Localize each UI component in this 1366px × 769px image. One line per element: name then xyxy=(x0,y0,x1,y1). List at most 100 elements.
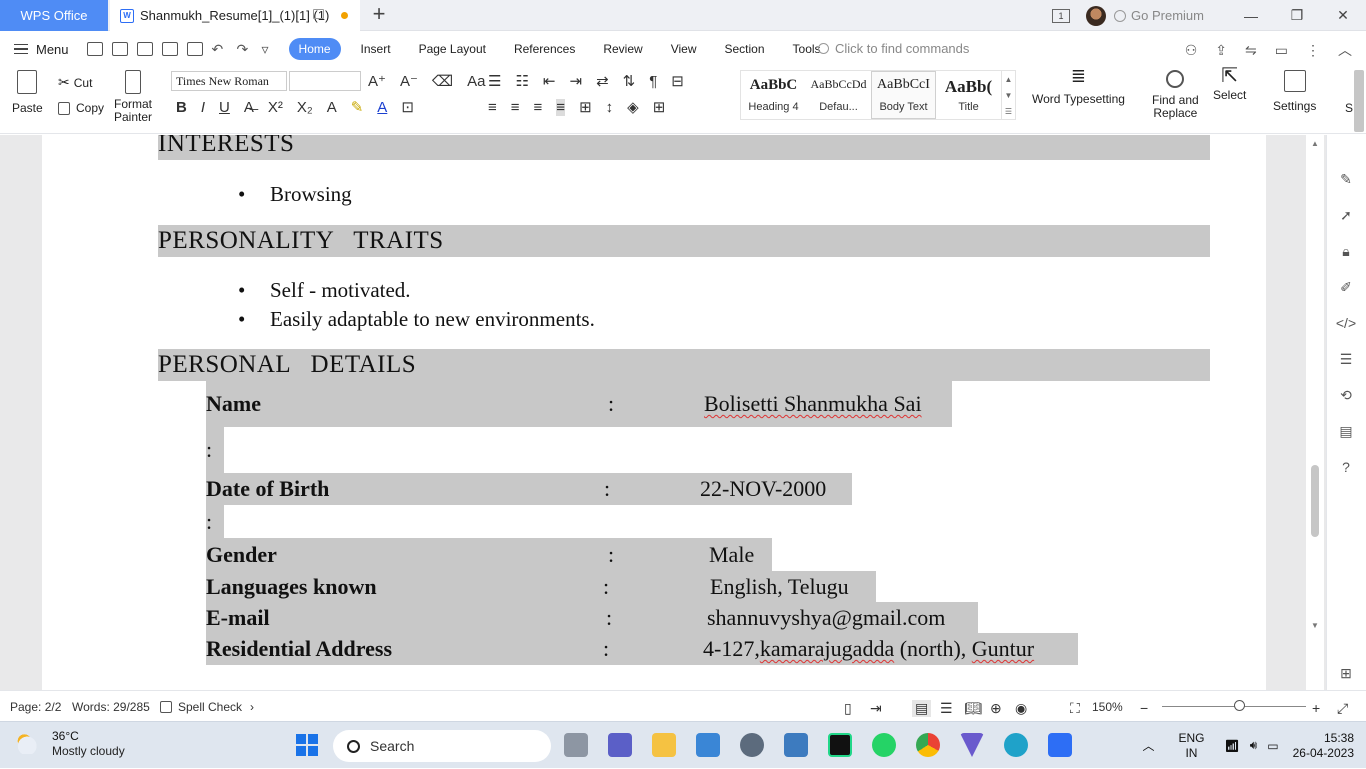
save-icon[interactable] xyxy=(111,42,128,56)
collaborate-icon[interactable]: ⇋ xyxy=(1245,42,1257,59)
print-icon[interactable] xyxy=(161,42,178,56)
settings-gear-icon[interactable] xyxy=(740,733,764,757)
style-title[interactable]: AaBb( Title xyxy=(936,71,1001,119)
paste-button[interactable]: Paste xyxy=(12,70,43,115)
font-name-select[interactable]: Times New Roman xyxy=(171,71,287,91)
edge-icon[interactable] xyxy=(1004,733,1028,757)
zoom-level[interactable]: 150% xyxy=(1092,700,1123,714)
comment-icon[interactable]: ▭ xyxy=(1275,42,1288,59)
teams-icon[interactable] xyxy=(608,733,632,757)
style-body-text[interactable]: AaBbCcI Body Text xyxy=(871,71,936,119)
chevron-up-icon[interactable]: ▲ xyxy=(1005,75,1013,84)
chrome-icon[interactable] xyxy=(916,733,940,757)
python-icon[interactable] xyxy=(784,733,808,757)
minimize-button[interactable]: — xyxy=(1228,0,1274,31)
go-premium-button[interactable]: Go Premium xyxy=(1114,8,1204,23)
format-painter-button[interactable]: Format Painter xyxy=(114,70,152,124)
tab-references[interactable]: References xyxy=(500,38,589,60)
find-commands-input[interactable]: Click to find commands xyxy=(818,41,969,56)
style-default[interactable]: AaBbCcDd Defau... xyxy=(806,71,871,119)
underline-icon[interactable]: U xyxy=(219,99,230,116)
start-button[interactable] xyxy=(296,734,318,756)
volume-icon[interactable]: 🔊︎ xyxy=(1250,738,1258,753)
window-count-icon[interactable]: 1 xyxy=(1052,8,1071,23)
file-explorer-icon[interactable] xyxy=(652,733,676,757)
export-icon[interactable] xyxy=(136,42,153,56)
collapse-ribbon-icon[interactable]: ︿ xyxy=(1338,40,1352,60)
language-indicator[interactable]: ENG IN xyxy=(1178,731,1204,761)
scroll-down-icon[interactable]: ▼ xyxy=(1311,621,1319,630)
word-typesetting-button[interactable]: ≣ Word Typesetting xyxy=(1032,67,1125,106)
clock[interactable]: 15:38 26-04-2023 xyxy=(1293,731,1354,761)
style-heading-4[interactable]: AaBbC Heading 4 xyxy=(741,71,806,119)
whatsapp-icon[interactable] xyxy=(872,733,896,757)
vpn-icon[interactable] xyxy=(960,733,984,757)
font-color-icon[interactable]: A xyxy=(377,99,387,116)
wifi-icon[interactable]: 📶︎ xyxy=(1224,739,1239,753)
zoom-slider-handle[interactable] xyxy=(1234,700,1245,711)
cut-button[interactable]: ✂ Cut xyxy=(58,74,92,91)
distribute-icon[interactable]: ⊞ xyxy=(579,98,592,116)
redo-icon[interactable]: ↷ xyxy=(237,42,253,56)
open-icon[interactable] xyxy=(86,42,103,56)
tab-view[interactable]: View xyxy=(657,38,711,60)
text-effect-icon[interactable]: A xyxy=(327,99,337,116)
fullscreen-icon[interactable]: ⤢ xyxy=(1337,700,1348,717)
font-size-select[interactable] xyxy=(289,71,361,91)
wps-office-tab[interactable]: WPS Office xyxy=(0,0,108,31)
restore-button[interactable]: ❐ xyxy=(1274,0,1320,31)
battery-icon[interactable]: ▭ xyxy=(1267,739,1278,753)
document-tab[interactable]: W Shanmukh_Resume[1]_(1)[1] (1) xyxy=(110,0,360,31)
align-center-icon[interactable]: ≡ xyxy=(511,99,520,116)
share-icon[interactable]: ⇪ xyxy=(1215,42,1227,59)
share-person-icon[interactable]: ⚇ xyxy=(1185,42,1198,59)
styles-scroll[interactable]: ▲ ▼ ☰ xyxy=(1001,71,1015,119)
reading-view-icon[interactable]: 📖︎ xyxy=(964,700,982,717)
document-page[interactable]: INTERESTS • Browsing PERSONALITY TRAITS … xyxy=(42,135,1266,690)
char-border-icon[interactable]: ⊡ xyxy=(401,98,414,116)
history-icon[interactable]: ⟲ xyxy=(1337,387,1355,403)
increase-indent-icon[interactable]: ⇥ xyxy=(569,72,582,90)
pen-icon[interactable]: ✎ xyxy=(1337,171,1355,187)
zoom-in-button[interactable]: + xyxy=(1312,700,1320,716)
align-left-icon[interactable]: ≡ xyxy=(488,99,497,116)
grid-icon[interactable]: ⊞ xyxy=(1337,665,1355,681)
print-preview-icon[interactable] xyxy=(186,42,203,56)
task-view-icon[interactable] xyxy=(564,733,588,757)
chevron-up-icon[interactable]: ︿ xyxy=(1142,737,1154,754)
bold-icon[interactable]: B xyxy=(176,99,187,116)
new-tab-button[interactable]: + xyxy=(368,3,390,27)
clear-format-icon[interactable]: ⌫ xyxy=(432,72,453,90)
settings-button[interactable]: Settings xyxy=(1273,70,1316,113)
sort-icon[interactable]: ⇅ xyxy=(623,72,636,90)
chevron-down-icon[interactable]: ▼ xyxy=(1005,91,1013,100)
grow-font-icon[interactable]: A⁺ xyxy=(368,72,386,90)
more-icon[interactable]: ⋮ xyxy=(1306,42,1320,59)
avatar[interactable] xyxy=(1086,5,1107,26)
highlight-icon[interactable]: ✎ xyxy=(351,98,364,116)
scroll-up-icon[interactable]: ▲ xyxy=(1311,139,1319,148)
word-count[interactable]: Words: 29/285 xyxy=(72,700,150,714)
pycharm-icon[interactable] xyxy=(828,733,852,757)
superscript-icon[interactable]: X² xyxy=(268,99,283,116)
weather-widget[interactable]: 36°C Mostly cloudy xyxy=(16,729,125,759)
select-button[interactable]: ⇱ Select xyxy=(1213,66,1246,102)
line-spacing-icon[interactable]: ↕ xyxy=(606,99,614,116)
borders-icon[interactable]: ⊞ xyxy=(653,98,666,116)
ribbon-scrollbar[interactable] xyxy=(1354,70,1364,132)
show-marks-icon[interactable]: ¶ xyxy=(649,73,657,90)
taskbar-search[interactable]: Search xyxy=(333,730,551,762)
tab-page-layout[interactable]: Page Layout xyxy=(405,38,500,60)
vertical-scrollbar[interactable]: ▲ ▼ xyxy=(1306,135,1324,690)
justify-icon[interactable]: ≡ xyxy=(556,98,566,116)
pointer-icon[interactable]: ➚ xyxy=(1337,207,1355,223)
tab-home[interactable]: Home xyxy=(288,38,341,60)
subscript-icon[interactable]: X₂ xyxy=(297,99,313,116)
spell-check-button[interactable]: Spell Check › xyxy=(160,700,254,714)
expand-styles-icon[interactable]: ☰ xyxy=(1005,107,1012,116)
help-icon[interactable]: ? xyxy=(1337,459,1355,475)
outline-view-icon[interactable]: ☰ xyxy=(940,700,953,717)
text-direction-icon[interactable]: ⇄ xyxy=(596,72,609,90)
zoom-out-button[interactable]: − xyxy=(1140,700,1148,716)
wps-writer-icon[interactable] xyxy=(1048,733,1072,757)
